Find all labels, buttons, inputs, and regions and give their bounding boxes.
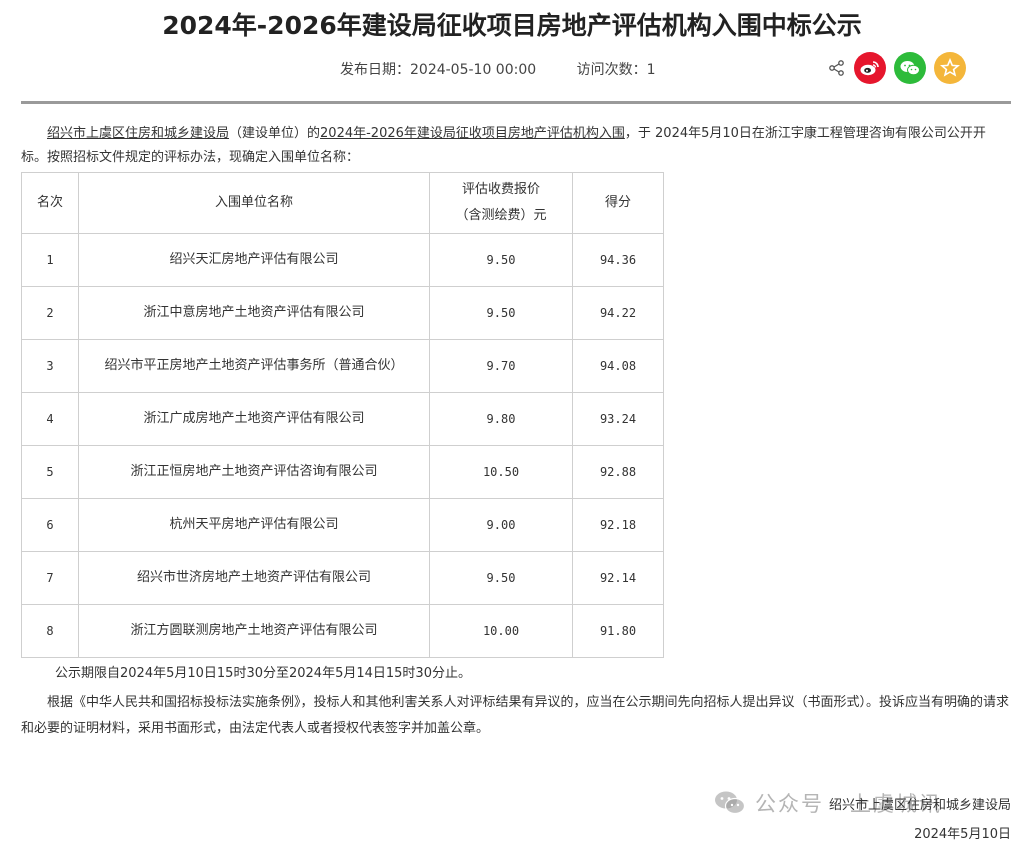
cell-rank: 8 — [21, 604, 79, 658]
cell-score: 92.14 — [572, 551, 664, 605]
cell-price: 9.70 — [429, 339, 573, 393]
article-meta: 发布日期：2024-05-10 00:00 访问次数：1 — [340, 59, 692, 79]
cell-score: 91.80 — [572, 604, 664, 658]
cell-name: 绍兴天汇房地产评估有限公司 — [78, 233, 430, 287]
cell-rank: 4 — [21, 392, 79, 446]
cell-price: 9.50 — [429, 551, 573, 605]
page-title: 2024年-2026年建设局征收项目房地产评估机构入围中标公示 — [162, 11, 862, 40]
table-row: 4 浙江广成房地产土地资产评估有限公司 9.80 93.24 — [21, 392, 664, 446]
table-row: 3 绍兴市平正房地产土地资产评估事务所（普通合伙） 9.70 94.08 — [21, 339, 664, 393]
wechat-logo-icon — [715, 791, 746, 815]
cell-rank: 6 — [21, 498, 79, 552]
intro-paragraph: 绍兴市上虞区住房和城乡建设局（建设单位）的2024年-2026年建设局征收项目房… — [21, 126, 986, 165]
table-row: 8 浙江方圆联测房地产土地资产评估有限公司 10.00 91.80 — [21, 604, 664, 658]
project-link[interactable]: 2024年-2026年建设局征收项目房地产评估机构入围 — [320, 126, 625, 141]
cell-price: 10.50 — [429, 445, 573, 499]
cell-rank: 2 — [21, 286, 79, 340]
visit-count: 访问次数：1 — [576, 62, 656, 78]
cell-price: 9.50 — [429, 286, 573, 340]
weibo-icon[interactable] — [854, 52, 886, 84]
cell-name: 绍兴市平正房地产土地资产评估事务所（普通合伙） — [78, 339, 430, 393]
signature-date: 2024年5月10日 — [914, 827, 1011, 842]
cell-rank: 1 — [21, 233, 79, 287]
cell-score: 92.88 — [572, 445, 664, 499]
publish-date: 发布日期：2024-05-10 00:00 — [340, 62, 537, 78]
cell-name: 浙江方圆联测房地产土地资产评估有限公司 — [78, 604, 430, 658]
cell-rank: 3 — [21, 339, 79, 393]
cell-name: 浙江正恒房地产土地资产评估咨询有限公司 — [78, 445, 430, 499]
header-rank: 名次 — [21, 172, 79, 234]
article-body: 绍兴市上虞区住房和城乡建设局（建设单位）的2024年-2026年建设局征收项目房… — [21, 122, 1011, 742]
cell-name: 浙江广成房地产土地资产评估有限公司 — [78, 392, 430, 446]
cell-name: 杭州天平房地产评估有限公司 — [78, 498, 430, 552]
table-row: 2 浙江中意房地产土地资产评估有限公司 9.50 94.22 — [21, 286, 664, 340]
header-divider — [21, 101, 1011, 104]
cell-score: 93.24 — [572, 392, 664, 446]
cell-score: 94.22 — [572, 286, 664, 340]
org-link[interactable]: 绍兴市上虞区住房和城乡建设局 — [47, 126, 229, 141]
results-table: 名次 入围单位名称 评估收费报价 （含测绘费）元 得分 1 绍兴天汇房地产评估有限公… — [21, 172, 664, 658]
cell-score: 94.08 — [572, 339, 664, 393]
cell-score: 94.36 — [572, 233, 664, 287]
objection-paragraph: 根据《中华人民共和国招标投标法实施条例》，投标人和其他利害关系人对评标结果有异议… — [21, 695, 1010, 736]
table-row: 1 绍兴天汇房地产评估有限公司 9.50 94.36 — [21, 233, 664, 287]
header-price: 评估收费报价 （含测绘费）元 — [429, 172, 573, 234]
table-row: 7 绍兴市世济房地产土地资产评估有限公司 9.50 92.14 — [21, 551, 664, 605]
share-icon[interactable] — [828, 59, 846, 77]
header-score: 得分 — [572, 172, 664, 234]
wechat-icon[interactable] — [894, 52, 926, 84]
table-row: 6 杭州天平房地产评估有限公司 9.00 92.18 — [21, 498, 664, 552]
cell-price: 9.50 — [429, 233, 573, 287]
signature-org: 绍兴市上虞区住房和城乡建设局 — [828, 798, 1011, 813]
cell-rank: 7 — [21, 551, 79, 605]
cell-rank: 5 — [21, 445, 79, 499]
share-bar — [828, 52, 974, 84]
table-row: 5 浙江正恒房地产土地资产评估咨询有限公司 10.50 92.88 — [21, 445, 664, 499]
favorite-icon[interactable] — [934, 52, 966, 84]
cell-price: 9.80 — [429, 392, 573, 446]
cell-price: 10.00 — [429, 604, 573, 658]
cell-name: 浙江中意房地产土地资产评估有限公司 — [78, 286, 430, 340]
table-body: 1 绍兴天汇房地产评估有限公司 9.50 94.36 2 浙江中意房地产土地资产评估有限公… — [21, 233, 664, 658]
header-name: 入围单位名称 — [78, 172, 430, 234]
table-header-row: 名次 入围单位名称 评估收费报价 （含测绘费）元 得分 — [21, 172, 664, 234]
cell-price: 9.00 — [429, 498, 573, 552]
cell-name: 绍兴市世济房地产土地资产评估有限公司 — [78, 551, 430, 605]
notice-period: 公示期限自2024年5月10日15时30分至2024年5月14日15时30分止。 — [55, 666, 471, 681]
cell-score: 92.18 — [572, 498, 664, 552]
